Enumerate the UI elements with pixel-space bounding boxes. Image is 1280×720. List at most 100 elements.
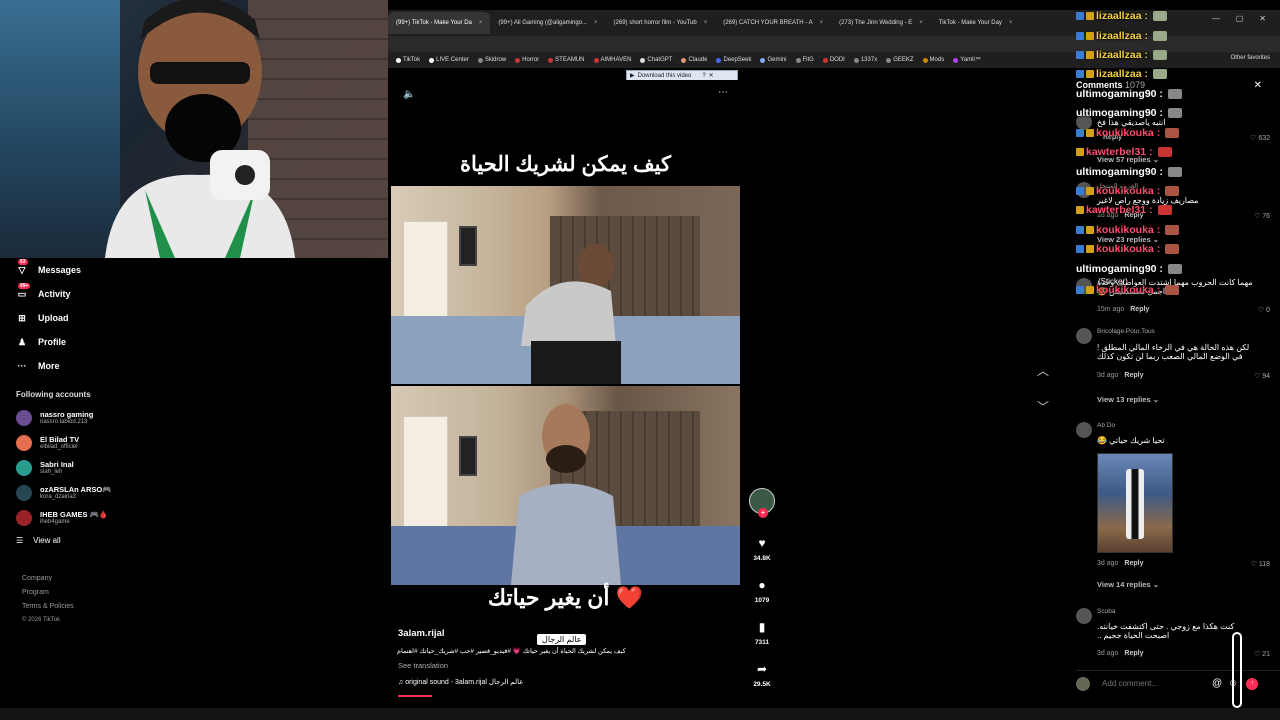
like-button[interactable]: ♥ 34.8K xyxy=(748,536,776,562)
save-button[interactable]: ▮ 7311 xyxy=(748,620,776,646)
footer-link-program[interactable]: Program xyxy=(22,589,366,596)
mute-icon[interactable]: 🔈 xyxy=(403,89,415,100)
bookmark[interactable]: Claude xyxy=(681,57,707,63)
bookmark[interactable]: Yamli™ xyxy=(953,57,981,63)
previous-video-chevron-up-icon[interactable]: ︿ xyxy=(1037,362,1049,379)
following-account[interactable]: ozARSLAn ARSO🎮 kora_dzairia3 xyxy=(0,480,388,505)
following-account[interactable]: IHEB GAMES 🎮🩸 iheb4game xyxy=(0,505,388,530)
next-video-chevron-down-icon[interactable]: ﹀ xyxy=(1037,398,1049,415)
view-replies-button[interactable]: View 14 replies ⌄ xyxy=(1097,580,1159,589)
follow-plus-icon[interactable]: + xyxy=(758,508,768,518)
bookmark[interactable]: ChatGPT xyxy=(640,57,672,63)
comment-image[interactable] xyxy=(1097,453,1173,553)
mention-icon[interactable]: @ xyxy=(1212,678,1222,689)
browser-tab[interactable]: (99+) TikTok - Make Your Da × xyxy=(388,12,491,34)
video-player[interactable]: 🔈 ⋯ كيف يمكن لشريك الحياة أن يغير حياتك … xyxy=(391,80,740,695)
view-all-link[interactable]: ☰ View all xyxy=(0,530,388,551)
reply-button[interactable]: Reply xyxy=(1124,372,1143,379)
comment-likes[interactable]: ♡ 21 xyxy=(1254,650,1270,658)
close-icon[interactable]: × xyxy=(1009,12,1013,34)
sidebar-item-upload[interactable]: ⊞ Upload xyxy=(0,306,388,330)
sidebar-item-activity[interactable]: ▭ 99+ Activity xyxy=(0,282,388,306)
bookmark[interactable]: GEEKZ xyxy=(886,57,914,63)
badge: 99+ xyxy=(18,283,31,289)
avatar[interactable] xyxy=(1076,422,1092,438)
footer-link-company[interactable]: Company xyxy=(22,575,366,582)
account-name: nassro gaming xyxy=(40,410,94,419)
creator-avatar[interactable]: + xyxy=(749,488,775,518)
avatar[interactable] xyxy=(1076,608,1092,624)
bookmark[interactable]: Gemini xyxy=(760,57,787,63)
browser-tab[interactable]: TikTok - Make Your Day × xyxy=(931,12,1021,34)
view-replies-button[interactable]: View 13 replies ⌄ xyxy=(1097,395,1159,404)
bookmark[interactable]: DODI xyxy=(822,57,845,63)
bookmark[interactable]: TikTok xyxy=(396,57,420,63)
chat-username: lizaallzaa : xyxy=(1096,30,1148,42)
following-account[interactable]: El Bilad TV elbilad_officiel xyxy=(0,430,388,455)
video-sound[interactable]: ♫ original sound - 3alam.rijal عالم الرج… xyxy=(398,678,523,686)
sidebar-item-profile[interactable]: ♟ Profile xyxy=(0,330,388,354)
bookmark[interactable]: Horror xyxy=(515,57,539,63)
emote xyxy=(1152,11,1167,21)
following-account[interactable]: nassro gaming nassro.labiod.213 xyxy=(0,405,388,430)
share-button[interactable]: ➦ 29.5K xyxy=(748,662,776,688)
sound-label: original sound - 3alam.rijal عالم الرجال xyxy=(405,679,524,686)
comment-likes[interactable]: ♡ 118 xyxy=(1251,560,1270,568)
browser-tab[interactable]: (99+) Ali Gaming (@aligamingo... × xyxy=(490,12,605,34)
emote xyxy=(1157,147,1172,157)
close-icon[interactable]: × xyxy=(820,12,824,34)
footer-link-terms[interactable]: Terms & Policies xyxy=(22,603,366,610)
chat-username: ultimogaming90 : xyxy=(1076,88,1163,100)
video-scene-top xyxy=(391,186,740,384)
download-video-label: Download this video xyxy=(637,72,692,79)
close-icon[interactable]: × xyxy=(479,12,483,34)
account-handle: elbilad_officiel xyxy=(40,444,78,450)
send-icon[interactable]: ↑ xyxy=(1246,677,1259,690)
reply-button[interactable]: Reply xyxy=(1124,560,1143,567)
chat-username: koukikouka : xyxy=(1096,284,1161,296)
bookmark[interactable]: Skidrow xyxy=(477,57,506,63)
comment-button[interactable]: ● 1079 xyxy=(748,578,776,604)
browser-tab[interactable]: (269) CATCH YOUR BREATH - A × xyxy=(715,12,831,34)
see-translation-link[interactable]: See translation xyxy=(398,661,448,670)
bookmark[interactable]: 1337x xyxy=(853,57,877,63)
browser-tab[interactable]: (269) short horror film - YouTub × xyxy=(606,12,716,34)
help-icon[interactable]: ? xyxy=(702,73,705,79)
following-account[interactable]: Sabri Inal slah_leh xyxy=(0,455,388,480)
bookmark[interactable]: FitG xyxy=(795,57,814,63)
comment-user[interactable]: Ab Do xyxy=(1097,422,1115,429)
comment-likes[interactable]: ♡ 94 xyxy=(1254,372,1270,380)
chat-username: kawterbel31 : xyxy=(1086,204,1153,216)
close-icon[interactable]: ✕ xyxy=(709,72,714,79)
add-comment-input[interactable] xyxy=(1102,679,1210,688)
avatar xyxy=(16,509,32,526)
sidebar-item-messages[interactable]: ▽ 53 Messages xyxy=(0,258,388,282)
emote xyxy=(1157,205,1172,215)
add-comment-bar: @ ☺ ↑ xyxy=(1076,670,1280,696)
close-icon[interactable]: × xyxy=(594,12,598,34)
close-icon[interactable]: × xyxy=(919,12,923,34)
browser-tab[interactable]: (273) The Jinn Wedding - E × xyxy=(831,12,931,34)
sidebar-item-more[interactable]: ··· More xyxy=(0,354,388,378)
emote xyxy=(1165,128,1180,138)
close-icon[interactable]: × xyxy=(704,12,708,34)
bookmark[interactable]: DeepSeek xyxy=(716,57,751,63)
comment-user[interactable]: Bricolage.Pour.Tous xyxy=(1097,328,1155,335)
badge: 53 xyxy=(18,259,28,265)
comment-user[interactable]: Scuba xyxy=(1097,608,1115,615)
chat-message: koukikouka : xyxy=(1076,185,1180,197)
bookmark[interactable]: Mods xyxy=(922,57,944,63)
bookmark[interactable]: STEAMUN xyxy=(548,57,585,63)
reply-button[interactable]: Reply xyxy=(1124,650,1143,657)
video-progress-bar[interactable] xyxy=(398,695,432,697)
bookmark[interactable]: AIMHAVEN xyxy=(593,57,631,63)
avatar[interactable] xyxy=(1076,328,1092,344)
comment-meta: 3d ago Reply xyxy=(1097,560,1143,567)
video-author[interactable]: 3alam.rijal xyxy=(398,628,444,639)
bookmark[interactable]: LIVE Center xyxy=(429,57,469,63)
more-options-icon[interactable]: ⋯ xyxy=(718,87,728,98)
account-name: ozARSLAn ARSO🎮 xyxy=(40,485,112,494)
emote xyxy=(1167,108,1182,118)
share-icon: ➦ xyxy=(756,662,768,676)
chat-message: lizaallzaa : xyxy=(1076,30,1167,42)
